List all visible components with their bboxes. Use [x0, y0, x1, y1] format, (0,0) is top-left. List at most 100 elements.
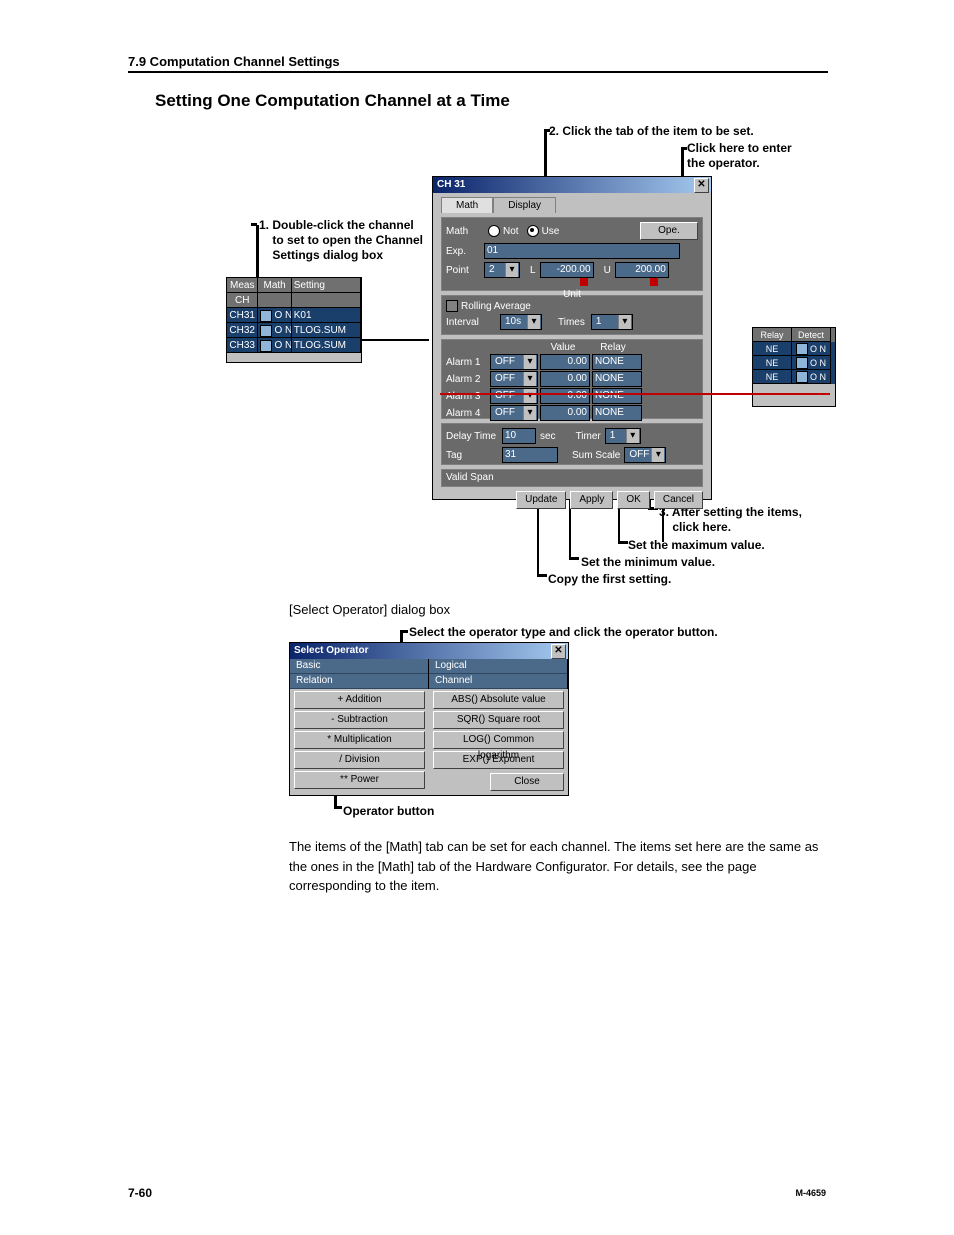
cat-relation[interactable]: Relation — [290, 674, 428, 689]
cancel-button[interactable]: Cancel — [654, 491, 703, 509]
table-row: NE O N — [753, 342, 835, 356]
col-value: Value — [538, 342, 588, 353]
alarm-value-field[interactable]: 0.00 — [540, 388, 590, 404]
operator-button[interactable]: SQR() Square root — [433, 711, 564, 729]
table-row[interactable]: CH33 O N TLOG.SUM — [227, 338, 361, 353]
setting-label: TLOG.SUM — [292, 338, 361, 353]
alarm-relay-field[interactable]: NONE — [592, 388, 642, 404]
alarm-relay-field[interactable]: NONE — [592, 371, 642, 387]
page-number: 7-60 — [128, 1186, 152, 1200]
table-row: NE O N — [753, 356, 835, 370]
u-value-field[interactable]: 200.00 — [615, 262, 669, 278]
checkbox-icon[interactable] — [260, 340, 272, 352]
rolling-avg-checkbox[interactable] — [446, 300, 458, 312]
checkbox-icon[interactable] — [796, 371, 808, 383]
label-l: L — [530, 265, 536, 276]
close-button[interactable]: Close — [490, 773, 564, 791]
operator-button[interactable]: + Addition — [294, 691, 425, 709]
l-value-field[interactable]: -200.00 — [540, 262, 594, 278]
alarm-label: Alarm 2 — [446, 374, 488, 385]
alarm-label: Alarm 1 — [446, 357, 488, 368]
alarm-row: Alarm 2OFF0.00NONE — [446, 371, 698, 387]
ch-label: CH31 — [227, 308, 258, 323]
col-relay: Relay — [588, 342, 638, 353]
annotation-step1: 1. Double-click the channel to set to op… — [259, 218, 423, 263]
close-icon[interactable]: ✕ — [551, 644, 566, 659]
point-dropdown[interactable]: 2 — [484, 262, 520, 278]
on-label: O N — [274, 308, 291, 323]
alarm-row: Alarm 3OFF0.00NONE — [446, 388, 698, 404]
select-operator-dialog: Select Operator ✕ Basic Relation Logical… — [289, 642, 569, 796]
alarm-relay-field[interactable]: NONE — [592, 405, 642, 421]
alarm-value-field[interactable]: 0.00 — [540, 371, 590, 387]
times-dropdown[interactable]: 1 — [591, 314, 633, 330]
operator-button[interactable]: ABS() Absolute value — [433, 691, 564, 709]
alarm-value-field[interactable]: 0.00 — [540, 405, 590, 421]
relay-val: NE — [753, 370, 792, 384]
annotation-max: Set the maximum value. — [628, 538, 765, 553]
label-rolling: Rolling Average — [461, 301, 531, 312]
col-meas: Meas — [227, 278, 258, 293]
table-row[interactable]: CH31 O N K01 — [227, 308, 361, 323]
label-delay: Delay Time — [446, 431, 498, 442]
channel-settings-dialog: CH 31 ✕ Math Display Math Not Use Ope. E… — [432, 176, 712, 500]
alarm-type-dropdown[interactable]: OFF — [490, 371, 538, 387]
operator-button[interactable]: EXP() Exponent — [433, 751, 564, 769]
cat-basic[interactable]: Basic — [290, 659, 428, 674]
checkbox-icon[interactable] — [796, 357, 808, 369]
label-interval: Interval — [446, 317, 494, 328]
update-button[interactable]: Update — [516, 491, 566, 509]
dialog-titlebar[interactable]: Select Operator ✕ — [290, 643, 568, 659]
dialog-title: Select Operator — [294, 645, 368, 656]
apply-button[interactable]: Apply — [570, 491, 613, 509]
table-row: NE O N — [753, 370, 835, 384]
ope-button[interactable]: Ope. — [640, 222, 698, 240]
tab-math[interactable]: Math — [441, 197, 493, 213]
delay-field[interactable]: 10 — [502, 428, 536, 444]
operator-button[interactable]: LOG() Common logarithm — [433, 731, 564, 749]
on-label: O N — [274, 323, 291, 338]
checkbox-icon[interactable] — [260, 310, 272, 322]
close-icon[interactable]: ✕ — [694, 178, 709, 193]
annotation-step2: 2. Click the tab of the item to be set. — [549, 124, 754, 139]
table-row[interactable]: CH32 O N TLOG.SUM — [227, 323, 361, 338]
interval-dropdown[interactable]: 10s — [500, 314, 542, 330]
operator-button[interactable]: ** Power — [294, 771, 425, 789]
ok-button[interactable]: OK — [617, 491, 649, 509]
alarm-type-dropdown[interactable]: OFF — [490, 354, 538, 370]
radio-use[interactable] — [527, 225, 539, 237]
label-timer: Timer — [576, 431, 601, 442]
annotation-ope: Click here to enter the operator. — [687, 141, 792, 171]
flag-icon — [580, 278, 588, 286]
cat-channel[interactable]: Channel — [429, 674, 567, 689]
checkbox-icon[interactable] — [796, 343, 808, 355]
col-math: Math — [258, 278, 291, 293]
label-exp: Exp. — [446, 246, 480, 257]
tag-field[interactable]: 31 — [502, 447, 558, 463]
alarm-type-dropdown[interactable]: OFF — [490, 405, 538, 421]
operator-button[interactable]: / Division — [294, 751, 425, 769]
cat-logical[interactable]: Logical — [429, 659, 567, 674]
section-header: 7.9 Computation Channel Settings — [128, 54, 340, 69]
label-validspan: Valid Span — [446, 472, 494, 483]
operator-button[interactable]: - Subtraction — [294, 711, 425, 729]
operator-button[interactable]: * Multiplication — [294, 731, 425, 749]
ch-label: CH32 — [227, 323, 258, 338]
alarm-label: Alarm 4 — [446, 408, 488, 419]
on-label: O N — [810, 356, 826, 370]
alarm-row: Alarm 4OFF0.00NONE — [446, 405, 698, 421]
relay-val: NE — [753, 356, 792, 370]
tab-display[interactable]: Display — [493, 197, 556, 213]
exp-field[interactable]: 01 — [484, 243, 680, 259]
dialog-titlebar[interactable]: CH 31 ✕ — [433, 177, 711, 193]
sumscale-dropdown[interactable]: OFF — [624, 447, 666, 463]
label-sec: sec — [540, 431, 556, 442]
alarm-type-dropdown[interactable]: OFF — [490, 388, 538, 404]
checkbox-icon[interactable] — [260, 325, 272, 337]
alarm-relay-field[interactable]: NONE — [592, 354, 642, 370]
radio-not[interactable] — [488, 225, 500, 237]
alarm-value-field[interactable]: 0.00 — [540, 354, 590, 370]
annotation-operator-button: Operator button — [343, 804, 434, 819]
timer-dropdown[interactable]: 1 — [605, 428, 641, 444]
label-not: Not — [503, 226, 519, 237]
